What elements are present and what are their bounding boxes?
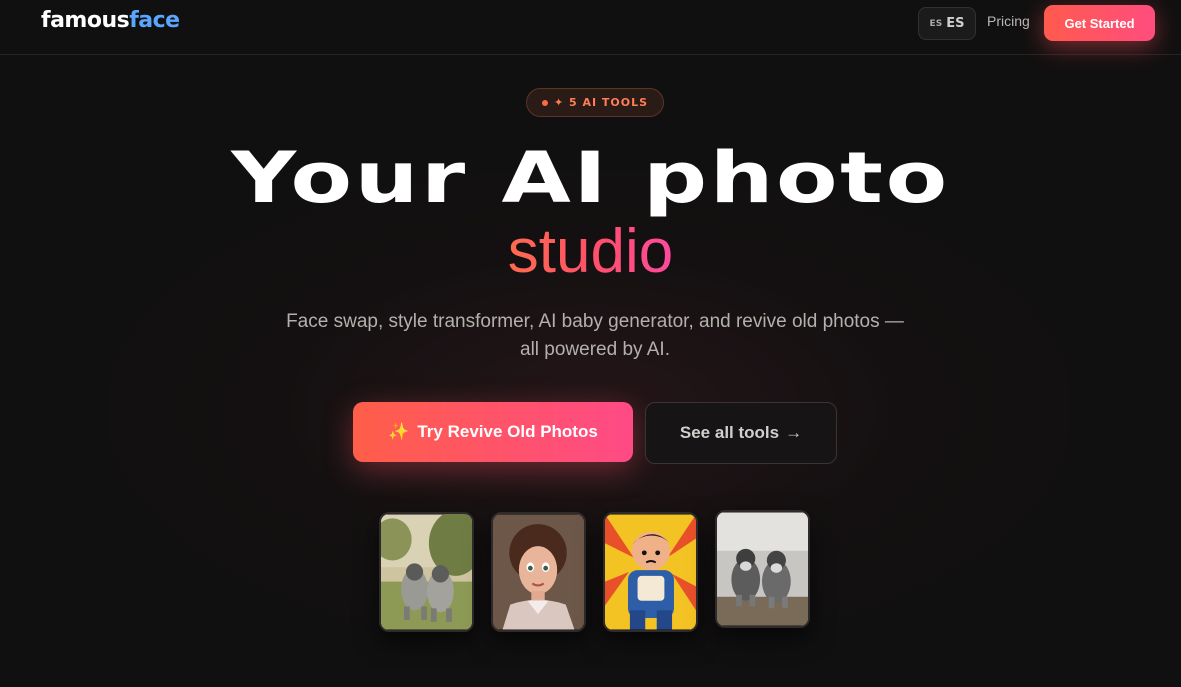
cta-primary-label: Try Revive Old Photos (417, 422, 598, 441)
language-label: ES (946, 16, 965, 31)
thumbnail-dogs-painting[interactable] (379, 512, 474, 632)
dogs-painting-image (381, 514, 472, 630)
hero-subtitle-line1: Face swap, style transformer, AI baby ge… (286, 311, 904, 332)
comic-baby-image (605, 514, 696, 630)
try-revive-old-photos-button[interactable]: ✨ Try Revive Old Photos (353, 402, 633, 462)
logo[interactable]: famousface (41, 6, 180, 36)
language-switcher[interactable]: ES ES (918, 7, 976, 40)
logo-text-face: face (129, 8, 180, 33)
hero-title-accent: studio (0, 216, 1181, 288)
thumbnail-comic-baby[interactable] (603, 512, 698, 632)
see-all-tools-button[interactable]: See all tools → (645, 402, 837, 464)
thumbnail-cartoon-woman[interactable] (491, 512, 586, 632)
top-nav: famousface ES ES Pricing Get Started (0, 0, 1181, 55)
hero-subtitle: Face swap, style transformer, AI baby ge… (240, 308, 950, 364)
badge-label: ✦ 5 AI TOOLS (553, 96, 649, 109)
cta-secondary-label: See all tools (679, 423, 780, 442)
pricing-link[interactable]: Pricing (987, 13, 1030, 29)
thumbnail-dogs-photo[interactable] (715, 510, 810, 628)
get-started-button[interactable]: Get Started (1044, 5, 1155, 41)
flag-icon: ES (929, 18, 943, 29)
sparkles-icon: ✨ (388, 422, 410, 441)
hero-title: Your AI photo (231, 137, 950, 219)
hero-title-accent-text: studio (507, 217, 674, 286)
arrow-right-icon: → (785, 423, 803, 442)
logo-text-famous: famous (41, 8, 130, 33)
cartoon-woman-image (493, 514, 584, 630)
dogs-photo-image (717, 512, 808, 626)
badge-dot-icon (541, 99, 548, 106)
hero-subtitle-line2: all powered by AI. (520, 339, 670, 360)
tools-count-badge: ✦ 5 AI TOOLS (526, 88, 664, 117)
